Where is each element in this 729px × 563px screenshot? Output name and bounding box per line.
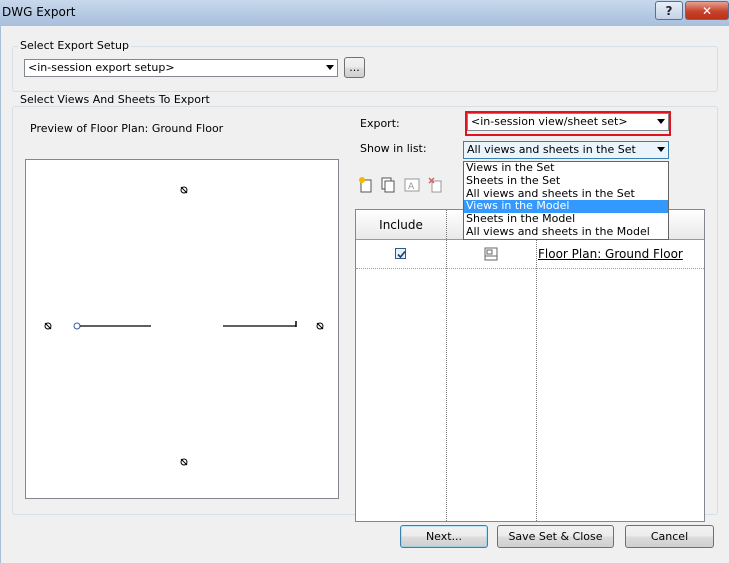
cancel-button-label: Cancel [650, 530, 689, 543]
show-in-list-label: Show in list: [360, 142, 427, 155]
option-sheets-in-set[interactable]: Sheets in the Set [464, 174, 668, 188]
level-marker-left [73, 322, 81, 330]
delete-icon[interactable] [427, 176, 445, 194]
save-set-close-button[interactable]: Save Set & Close [497, 525, 614, 548]
save-set-close-label: Save Set & Close [508, 530, 603, 543]
checkmark-icon [397, 250, 406, 259]
preview-label: Preview of Floor Plan: Ground Floor [30, 122, 224, 135]
dialog-body: Select Export Setup <in-session export s… [0, 26, 729, 563]
option-views-in-set[interactable]: Views in the Set [464, 161, 668, 175]
cancel-button[interactable]: Cancel [625, 525, 714, 548]
highlight-box [465, 111, 671, 136]
rename-icon[interactable]: A [403, 176, 421, 194]
view-name-link[interactable]: Floor Plan: Ground Floor [538, 247, 683, 261]
title-bar: DWG Export ? ✕ [0, 0, 729, 27]
option-all-in-model[interactable]: All views and sheets in the Model [464, 225, 668, 239]
show-in-list-options: Views in the Set Sheets in the Set All v… [463, 161, 669, 240]
table-row[interactable]: Floor Plan: Ground Floor [356, 240, 704, 268]
show-in-list-dropdown[interactable]: All views and sheets in the Set [463, 141, 669, 159]
column-header-include[interactable]: Include [356, 210, 446, 240]
include-checkbox[interactable] [395, 248, 406, 259]
help-button[interactable]: ? [655, 1, 683, 20]
close-button[interactable]: ✕ [685, 1, 729, 20]
views-sheets-table: Include Floor Plan: Ground Floor [355, 209, 705, 522]
chevron-down-icon [657, 147, 665, 152]
browse-setup-button[interactable]: ... [344, 57, 365, 78]
view-type-icon [484, 247, 498, 261]
export-setup-group-label: Select Export Setup [18, 39, 131, 52]
export-setup-dropdown[interactable]: <in-session export setup> [24, 59, 338, 77]
duplicate-icon[interactable] [379, 176, 397, 194]
next-button-label: Next... [425, 530, 463, 543]
views-sheets-group-label: Select Views And Sheets To Export [18, 93, 212, 106]
svg-text:A: A [408, 182, 415, 192]
export-label: Export: [360, 117, 400, 130]
show-in-list-value: All views and sheets in the Set [467, 143, 636, 156]
browse-setup-label: ... [349, 61, 360, 74]
column-header-include-label: Include [379, 217, 423, 232]
preview-pane [25, 159, 339, 499]
next-button[interactable]: Next... [400, 525, 488, 548]
new-set-icon[interactable] [357, 176, 375, 194]
window-title: DWG Export [2, 5, 76, 19]
floor-plan-preview [44, 186, 324, 466]
export-setup-value: <in-session export setup> [28, 61, 175, 74]
chevron-down-icon [326, 65, 334, 70]
close-icon: ✕ [701, 3, 713, 18]
help-icon: ? [665, 3, 673, 18]
